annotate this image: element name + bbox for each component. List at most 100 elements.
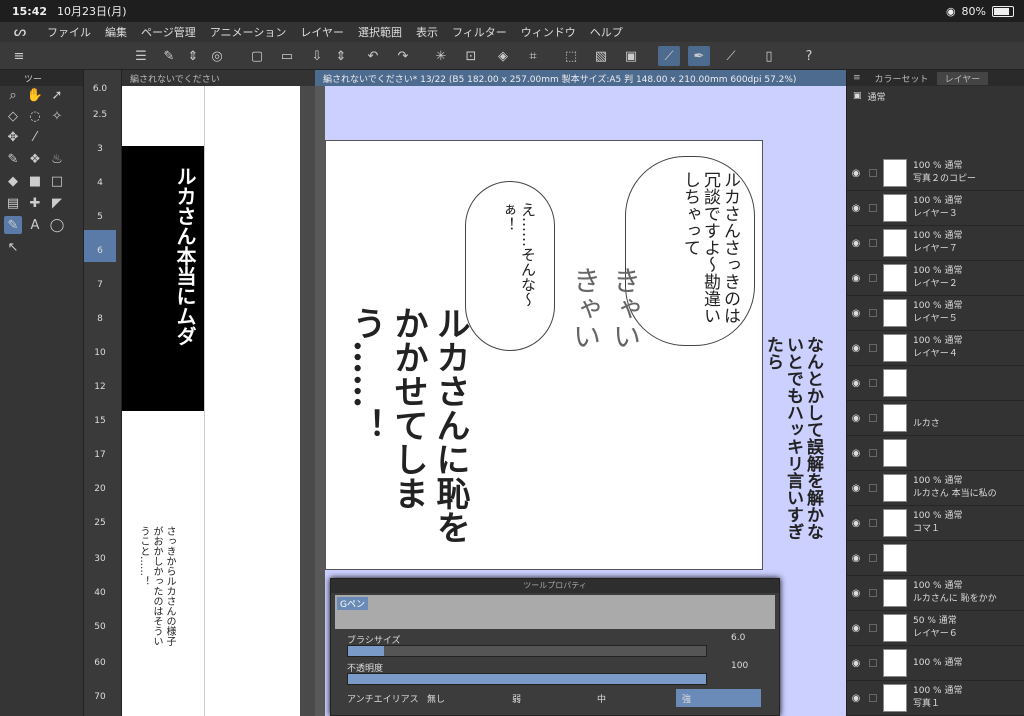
new-file-icon[interactable]: ▢ <box>246 46 268 66</box>
stepper-icon[interactable]: ⇕ <box>182 46 204 66</box>
menu-layer[interactable]: レイヤー <box>293 24 351 40</box>
menu-filter[interactable]: フィルター <box>445 24 514 40</box>
layer-checkbox[interactable] <box>869 379 877 387</box>
layer-checkbox[interactable] <box>869 309 877 317</box>
eye-icon[interactable]: ◉ <box>847 413 865 424</box>
opacity-slider[interactable] <box>347 673 707 685</box>
brush-snap-icon[interactable]: ✒ <box>688 46 710 66</box>
blend-mode-icon[interactable]: ▣ <box>853 91 862 101</box>
eye-icon[interactable]: ◉ <box>847 168 865 179</box>
eye-icon[interactable]: ◉ <box>847 588 865 599</box>
layer-row[interactable]: ◉ 100 % 通常 写真１ <box>847 681 1024 716</box>
device-icon[interactable]: ▯ <box>758 46 780 66</box>
lasso-icon[interactable]: ◌ <box>26 107 44 125</box>
brush-size[interactable]: 5 <box>84 212 116 222</box>
layer-row[interactable]: ◉ 100 % 通常 ルカさんに 恥をかか <box>847 576 1024 611</box>
invert-icon[interactable]: ▧ <box>590 46 612 66</box>
ruler-snap-icon[interactable]: ⟋ <box>658 46 680 66</box>
line-snap-icon[interactable]: ⟋ <box>720 46 742 66</box>
brush-size[interactable]: 20 <box>84 484 116 494</box>
brush-size[interactable]: 50 <box>84 622 116 632</box>
menu-selection[interactable]: 選択範囲 <box>351 24 409 40</box>
open-folder-icon[interactable]: ▭ <box>276 46 298 66</box>
g-pen-icon[interactable]: ✎ <box>4 216 22 234</box>
layer-checkbox[interactable] <box>869 589 877 597</box>
tool-tab[interactable]: ツー <box>0 70 83 86</box>
brush-size[interactable]: 4 <box>84 178 116 188</box>
layer-checkbox[interactable] <box>869 169 877 177</box>
aa-none[interactable]: 無し <box>421 689 506 707</box>
eye-icon[interactable]: ◉ <box>847 343 865 354</box>
triangle-icon[interactable]: ◤ <box>48 194 66 212</box>
layer-checkbox[interactable] <box>869 414 877 422</box>
eye-icon[interactable]: ◉ <box>847 693 865 704</box>
eye-icon[interactable]: ◉ <box>847 308 865 319</box>
pen-icon[interactable]: ✎ <box>4 150 22 168</box>
layer-row[interactable]: ◉ 100 % 通常 ルカさん 本当に私の <box>847 471 1024 506</box>
collapse-icon[interactable]: ≡ <box>8 46 30 66</box>
layer-checkbox[interactable] <box>869 694 877 702</box>
layer-checkbox[interactable] <box>869 624 877 632</box>
rect-icon[interactable]: □ <box>48 172 66 190</box>
main-doc-tab[interactable]: 編されないでください* 13/22 (B5 182.00 x 257.00mm … <box>315 70 846 86</box>
brush-size[interactable]: 2.5 <box>84 110 116 120</box>
brush-size[interactable]: 30 <box>84 554 116 564</box>
brush-size-value[interactable]: 6.0 <box>731 633 745 643</box>
brush-size[interactable]: 3 <box>84 144 116 154</box>
help-icon[interactable]: ? <box>798 46 820 66</box>
spinner-icon[interactable]: ✳ <box>430 46 452 66</box>
layer-row[interactable]: ◉ 100 % 通常 レイヤー３ <box>847 191 1024 226</box>
layer-row[interactable]: ◉ 100 % 通常 レイヤー７ <box>847 226 1024 261</box>
aa-strong[interactable]: 強 <box>676 689 761 707</box>
opacity-value[interactable]: 100 <box>731 661 748 671</box>
menu-file[interactable]: ファイル <box>40 24 98 40</box>
brush-size[interactable]: 25 <box>84 518 116 528</box>
layer-row[interactable]: ◉ 50 % 通常 レイヤー６ <box>847 611 1024 646</box>
menu-edit[interactable]: 編集 <box>98 24 134 40</box>
eye-icon[interactable]: ◉ <box>847 238 865 249</box>
balloon-icon[interactable]: ◯ <box>48 216 66 234</box>
eye-icon[interactable]: ◉ <box>847 518 865 529</box>
brush-size[interactable]: 17 <box>84 450 116 460</box>
brush-size[interactable]: 10 <box>84 348 116 358</box>
hand-icon[interactable]: ✋ <box>26 86 44 104</box>
save-icon[interactable]: ⇩ <box>306 46 328 66</box>
tab-layer[interactable]: レイヤー <box>936 71 989 85</box>
undo-icon[interactable]: ↶ <box>362 46 384 66</box>
edit-icon[interactable]: ✎ <box>158 46 180 66</box>
menu-help[interactable]: ヘルプ <box>583 24 630 40</box>
brush-size[interactable]: 7 <box>84 280 116 290</box>
fill-icon[interactable]: ◈ <box>492 46 514 66</box>
eye-icon[interactable]: ◉ <box>847 483 865 494</box>
companion-icon[interactable]: ◎ <box>206 46 228 66</box>
zoom-icon[interactable]: ⌕ <box>4 86 22 104</box>
brush-size[interactable]: 8 <box>84 314 116 324</box>
app-logo-icon[interactable]: ᔕ <box>0 24 40 40</box>
brush-size[interactable]: 70 <box>84 692 116 702</box>
menu-view[interactable]: 表示 <box>409 24 445 40</box>
brush-size-current[interactable]: 6.0 <box>84 84 116 94</box>
secondary-doc-tab[interactable]: 編されないでください <box>122 70 315 86</box>
layer-checkbox[interactable] <box>869 484 877 492</box>
frame-icon[interactable]: ▤ <box>4 194 22 212</box>
aa-medium[interactable]: 中 <box>591 689 676 707</box>
panel-menu-icon[interactable]: ≡ <box>847 73 867 83</box>
eye-icon[interactable]: ◉ <box>847 378 865 389</box>
brush-size-slider[interactable] <box>347 645 707 657</box>
magic-wand-icon[interactable]: ✧ <box>48 107 66 125</box>
eye-icon[interactable]: ◉ <box>847 658 865 669</box>
layer-row[interactable]: ◉ 100 % 通常 <box>847 646 1024 681</box>
eye-icon[interactable]: ◉ <box>847 553 865 564</box>
blend-mode[interactable]: 通常 <box>868 90 886 103</box>
eye-icon[interactable]: ◉ <box>847 448 865 459</box>
layer-checkbox[interactable] <box>869 239 877 247</box>
eye-icon[interactable]: ◉ <box>847 203 865 214</box>
eyedropper-icon[interactable]: ⁄ <box>26 128 44 146</box>
move-icon[interactable]: ✥ <box>4 128 22 146</box>
layer-row[interactable]: ◉ 100 % 通常 写真２のコピー <box>847 156 1024 191</box>
border-icon[interactable]: ▣ <box>620 46 642 66</box>
brush-size[interactable]: 40 <box>84 588 116 598</box>
layer-row[interactable]: ◉ 100 % 通常 レイヤー４ <box>847 331 1024 366</box>
layer-row[interactable]: ◉ 100 % 通常 コマ１ <box>847 506 1024 541</box>
layer-checkbox[interactable] <box>869 274 877 282</box>
